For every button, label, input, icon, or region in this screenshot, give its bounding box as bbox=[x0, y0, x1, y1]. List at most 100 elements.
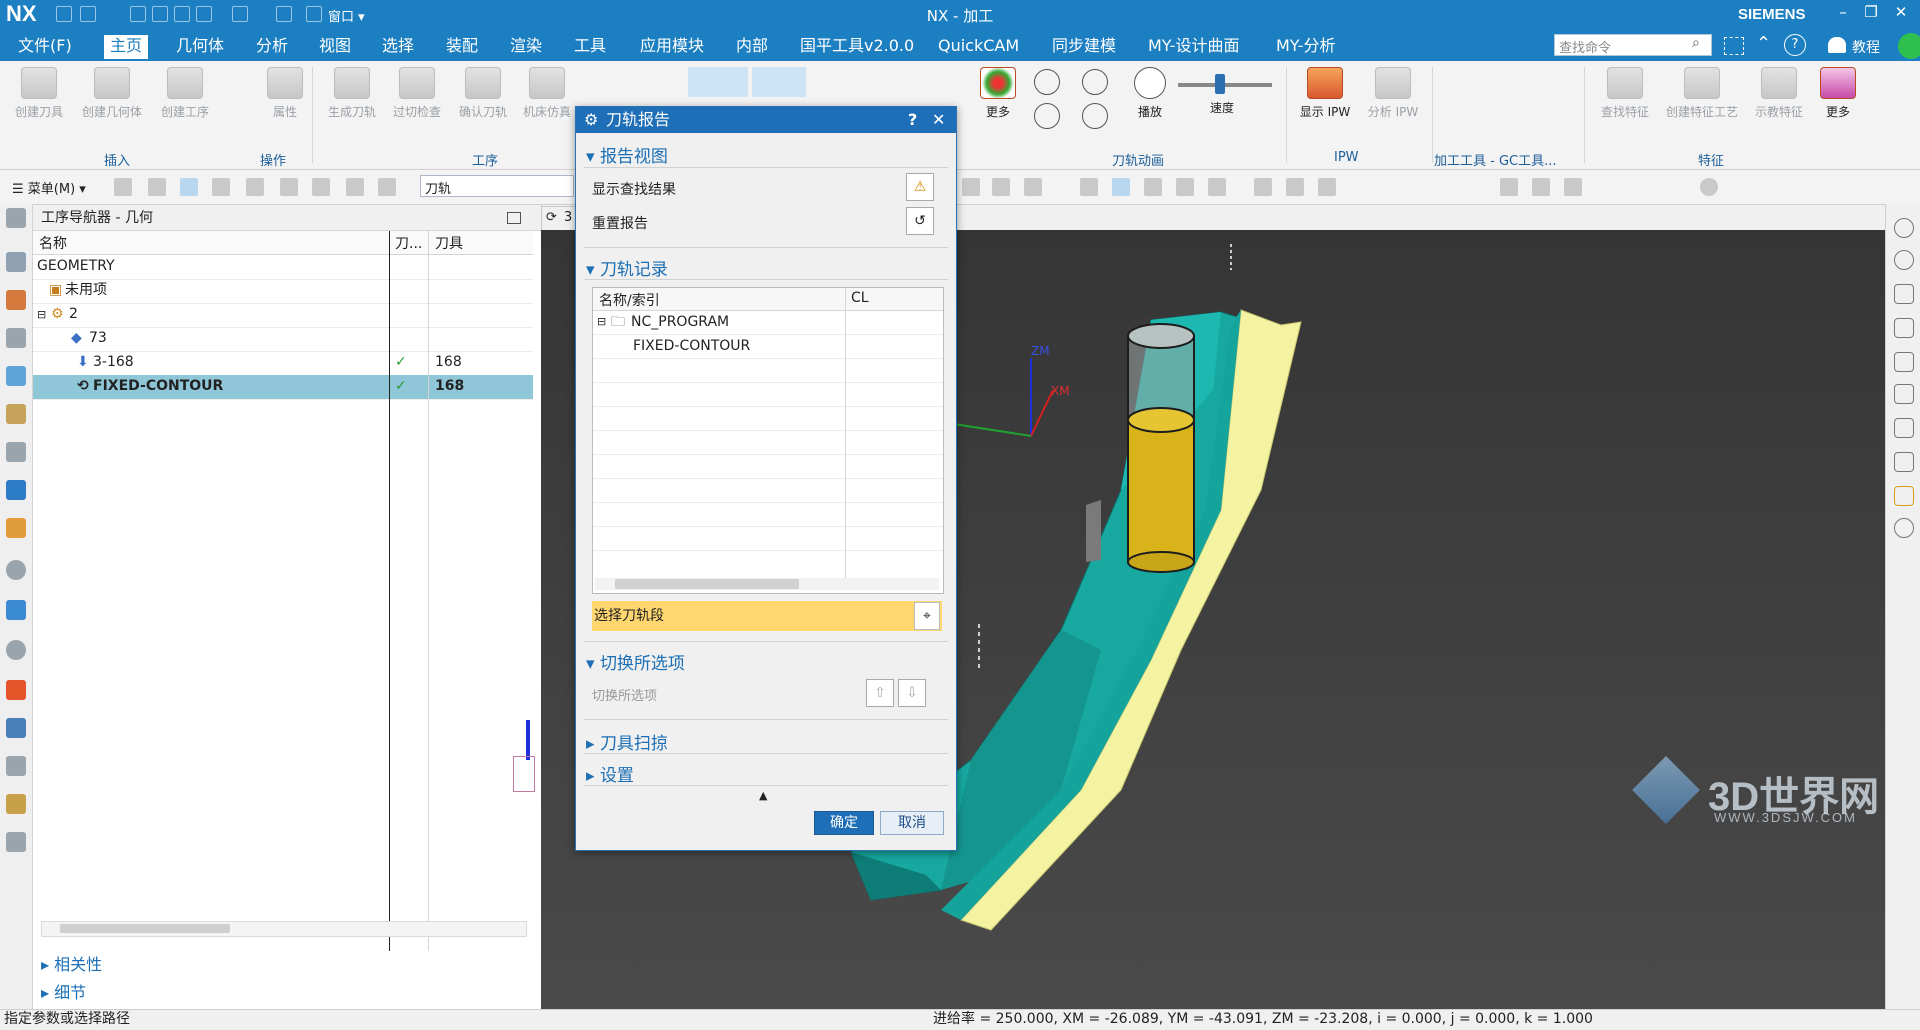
find-icon[interactable] bbox=[246, 178, 264, 196]
toolpath-list-button[interactable] bbox=[688, 67, 748, 97]
collapse-ribbon-icon[interactable]: ⌃ bbox=[1756, 33, 1771, 54]
search-icon[interactable]: ⌕ bbox=[1692, 35, 1700, 51]
move-up-button[interactable]: ⇧ bbox=[866, 679, 894, 707]
menu-home[interactable]: 主页 bbox=[104, 35, 149, 59]
command-search-input[interactable]: 查找命令 bbox=[1554, 34, 1712, 56]
measure-icon[interactable] bbox=[1500, 178, 1518, 196]
close-window-button[interactable]: ✕ bbox=[1890, 3, 1912, 21]
move-down-button[interactable]: ⇩ bbox=[898, 679, 926, 707]
dialog-title-bar[interactable]: ⚙ 刀轨报告 ? ✕ bbox=[576, 107, 956, 133]
section-settings[interactable]: ▸ 设置 bbox=[586, 761, 634, 786]
operation-navigator-icon[interactable] bbox=[6, 366, 26, 386]
select-toolpath-segment[interactable]: 选择刀轨段 ⌖ bbox=[592, 601, 942, 631]
print-icon[interactable] bbox=[378, 178, 396, 196]
part-tab[interactable]: ⟳ 3 bbox=[541, 206, 577, 232]
part-navigator-icon[interactable] bbox=[6, 328, 26, 348]
hide-show-icon[interactable] bbox=[1894, 218, 1914, 238]
box-view-icon[interactable] bbox=[1208, 178, 1226, 196]
move-icon[interactable] bbox=[1894, 418, 1914, 438]
gouge-check-button[interactable]: 过切检查 bbox=[386, 67, 448, 120]
play-button[interactable]: 播放 bbox=[1128, 67, 1172, 120]
circle-icon[interactable] bbox=[1700, 178, 1718, 196]
table-row-nc-program[interactable]: ⊟ 🗀 NC_PROGRAM bbox=[593, 310, 943, 335]
tree-row-geometry[interactable]: GEOMETRY bbox=[33, 255, 533, 280]
fullscreen-icon[interactable] bbox=[1724, 37, 1744, 55]
tree-row-mcs-2[interactable]: ⊟ ⚙ 2 bbox=[33, 303, 533, 328]
menu-internal[interactable]: 内部 bbox=[730, 35, 774, 59]
system-material-icon[interactable] bbox=[6, 832, 26, 852]
mcs-icon[interactable] bbox=[1254, 178, 1272, 196]
help-icon[interactable]: ? bbox=[1784, 34, 1806, 56]
collapse-dialog-icon[interactable]: ▲ bbox=[759, 789, 767, 802]
show-ipw-button[interactable]: 显示 IPW bbox=[1292, 67, 1358, 120]
section-dependencies[interactable]: ▸ 相关性 bbox=[41, 951, 102, 975]
minimize-button[interactable]: – bbox=[1832, 3, 1854, 21]
menu-select[interactable]: 选择 bbox=[376, 35, 420, 59]
menu-guoping-tools[interactable]: 国平工具v2.0.0 bbox=[794, 35, 920, 59]
web-browser-icon[interactable] bbox=[6, 600, 26, 620]
reuse-library-icon[interactable] bbox=[6, 480, 26, 500]
menu-assembly[interactable]: 装配 bbox=[440, 35, 484, 59]
view-machine-icon[interactable] bbox=[148, 178, 166, 196]
view-method-icon[interactable] bbox=[212, 178, 230, 196]
table-horizontal-scrollbar[interactable] bbox=[595, 578, 939, 590]
table-icon[interactable] bbox=[346, 178, 364, 196]
history-icon[interactable] bbox=[6, 640, 26, 660]
verify-toolpath-button[interactable]: 确认刀轨 bbox=[452, 67, 514, 120]
feature-navigator-icon[interactable] bbox=[6, 442, 26, 462]
menu-applications[interactable]: 应用模块 bbox=[634, 35, 710, 59]
toolpath-visibility-icon[interactable] bbox=[1894, 452, 1914, 472]
menu-render[interactable]: 渲染 bbox=[504, 35, 548, 59]
palette-icon[interactable] bbox=[6, 680, 26, 700]
column-tool[interactable]: 刀具 bbox=[435, 233, 463, 253]
reset-report-button[interactable]: ↺ bbox=[906, 207, 934, 235]
replay-icon[interactable] bbox=[1894, 518, 1914, 538]
speed-slider-handle[interactable] bbox=[1215, 74, 1225, 94]
tree-row-3-168[interactable]: ⬇ 3-168 ✓ 168 bbox=[33, 351, 533, 376]
scrollbar-thumb[interactable] bbox=[615, 579, 799, 589]
maximize-navigator-icon[interactable] bbox=[507, 212, 521, 224]
find-feature-button[interactable]: 查找特征 bbox=[1594, 67, 1656, 120]
rewind-icon[interactable] bbox=[1034, 103, 1060, 129]
menu-geometry[interactable]: 几何体 bbox=[170, 35, 230, 59]
settings-gear-icon[interactable] bbox=[1144, 178, 1162, 196]
toolpath-segment-icon[interactable]: ⌖ bbox=[914, 602, 940, 630]
machine-navigator-icon[interactable] bbox=[6, 404, 26, 424]
generate-toolpath-button[interactable]: 生成刀轨 bbox=[322, 67, 382, 120]
role-icon[interactable] bbox=[6, 794, 26, 814]
create-feature-process-button[interactable]: 创建特征工艺 bbox=[1660, 67, 1744, 120]
teach-feature-button[interactable]: 示教特征 bbox=[1748, 67, 1810, 120]
machine-simulation-button[interactable]: 机床仿真 bbox=[516, 67, 578, 120]
fit-view-icon[interactable] bbox=[1894, 318, 1914, 338]
section-switch-selected[interactable]: ▾ 切换所选项 bbox=[586, 649, 685, 674]
create-geometry-button[interactable]: 创建几何体 bbox=[76, 67, 148, 120]
hd3d-tools-icon[interactable] bbox=[6, 518, 26, 538]
table-row-fixed-contour[interactable]: FIXED-CONTOUR bbox=[593, 334, 943, 359]
column-name[interactable]: 名称 bbox=[39, 233, 67, 253]
object-select-icon[interactable] bbox=[1024, 178, 1042, 196]
menu-file[interactable]: 文件(F) bbox=[12, 35, 78, 59]
view-geometry-icon[interactable] bbox=[180, 178, 198, 196]
menu-quickcam[interactable]: QuickCAM bbox=[932, 35, 1025, 59]
column-name-index[interactable]: 名称/索引 bbox=[599, 290, 660, 310]
cancel-button[interactable]: 取消 bbox=[880, 811, 944, 835]
menu-analysis[interactable]: 分析 bbox=[250, 35, 294, 59]
properties-button[interactable]: 属性 bbox=[264, 67, 306, 120]
dialog-help-icon[interactable]: ? bbox=[908, 107, 917, 133]
collapse-icon[interactable]: ⊟ bbox=[37, 303, 46, 326]
menu-sync-modeling[interactable]: 同步建模 bbox=[1046, 35, 1122, 59]
manufacturing-wizard-icon[interactable] bbox=[6, 756, 26, 776]
info-icon[interactable] bbox=[6, 560, 26, 580]
ruler-icon[interactable] bbox=[1564, 178, 1582, 196]
show-results-button[interactable]: ⚠ bbox=[906, 173, 934, 201]
expand-all-icon[interactable] bbox=[280, 178, 298, 196]
speed-slider[interactable] bbox=[1178, 83, 1272, 87]
snap-icon[interactable] bbox=[962, 178, 980, 196]
restore-button[interactable]: ❐ bbox=[1860, 3, 1882, 21]
settings-icon[interactable] bbox=[6, 208, 26, 228]
scrollbar-thumb[interactable] bbox=[60, 924, 230, 933]
tree-row-unused[interactable]: ▣ 未用项 bbox=[33, 279, 533, 304]
tree-row-workpiece-73[interactable]: ◆ 73 bbox=[33, 327, 533, 352]
tree-row-fixed-contour[interactable]: ⟲ FIXED-CONTOUR ✓ 168 bbox=[33, 375, 533, 400]
section-report-view[interactable]: ▾ 报告视图 bbox=[586, 142, 668, 167]
